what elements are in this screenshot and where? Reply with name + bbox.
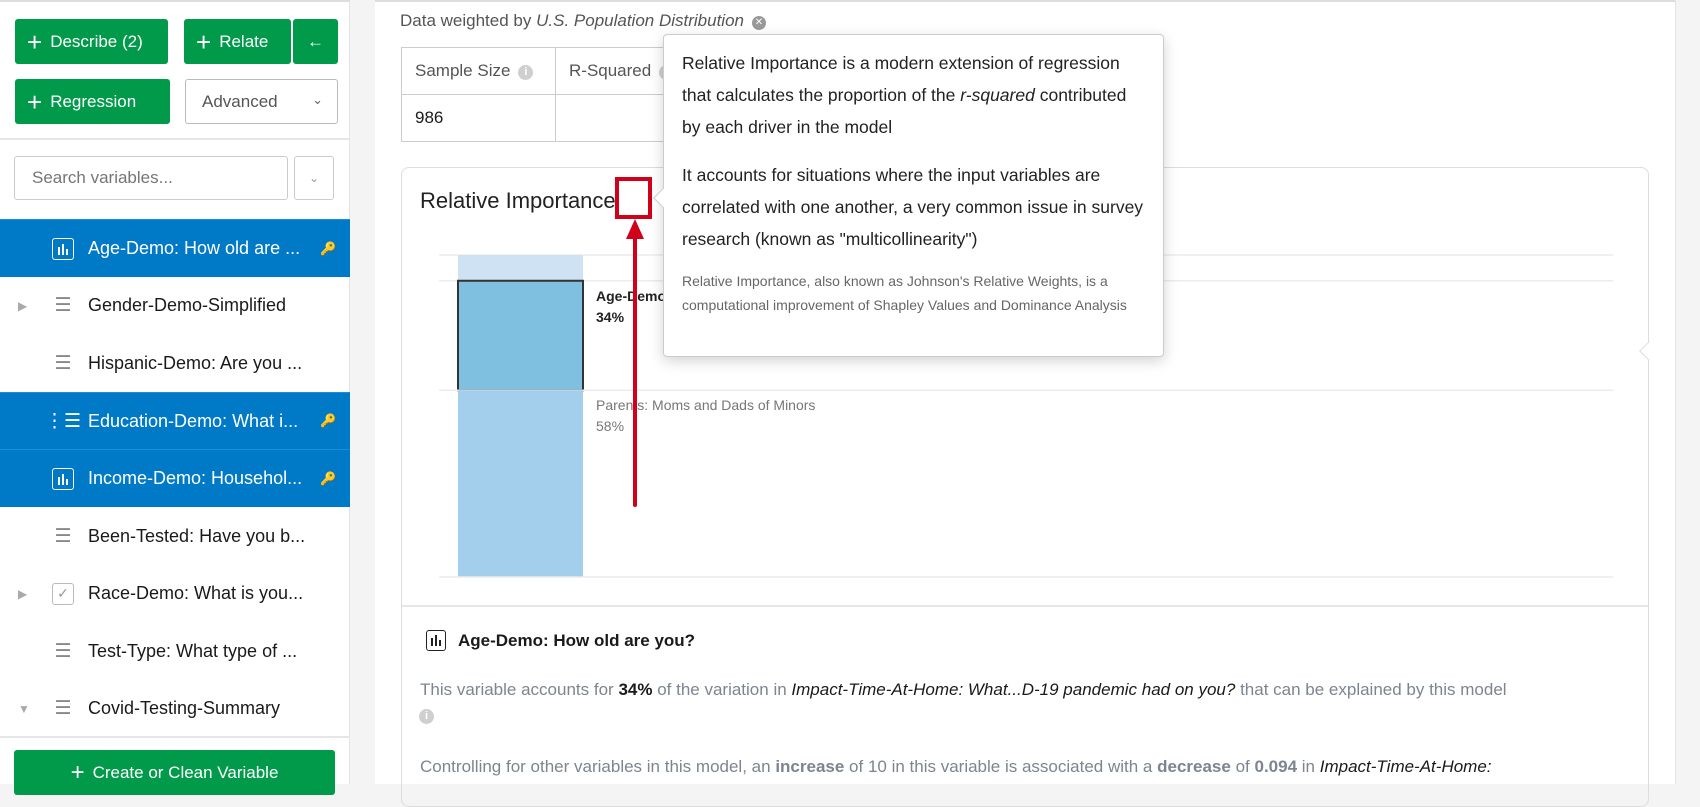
header-label: R-Squared (569, 61, 652, 80)
describe-label: Describe (2) (50, 31, 143, 51)
relate-label: Relate (219, 31, 269, 51)
plus-icon: + (27, 26, 43, 57)
variable-label: Income-Demo: Househol... (88, 468, 303, 489)
key-icon[interactable]: 🔑 (320, 413, 336, 429)
list-icon: ☰ (54, 525, 72, 547)
plus-icon: + (27, 86, 43, 117)
remove-weighting-icon[interactable]: ✕ (752, 16, 766, 30)
advanced-dropdown[interactable]: Advanced ⌄ (185, 79, 338, 124)
info-icon[interactable]: i (518, 65, 534, 80)
variable-label: Been-Tested: Have you b... (88, 525, 306, 546)
chevron-down-icon: ⌄ (312, 92, 323, 107)
create-label: Create or Clean Variable (92, 762, 279, 782)
variable-list-item[interactable]: ▼ ☰ Covid-Testing-Summary (0, 680, 350, 738)
expand-caret-icon[interactable]: ▼ (18, 702, 30, 716)
variable-list-item[interactable]: ☰ Been-Tested: Have you b... (0, 507, 350, 565)
variable-label: Education-Demo: What i... (88, 410, 299, 431)
annotation-highlight-box (615, 177, 652, 219)
collapse-button[interactable]: ← (293, 19, 338, 64)
arrow-left-icon: ← (307, 31, 324, 51)
gutter (350, 0, 375, 784)
variable-label: Race-Demo: What is you... (88, 583, 304, 604)
right-gutter (1675, 0, 1700, 784)
variable-list-item[interactable]: ▶ ✓ Race-Demo: What is you... (0, 565, 350, 623)
segment-value-label: 34% (596, 309, 625, 325)
variable-label: Gender-Demo-Simplified (88, 295, 287, 316)
divider (0, 138, 350, 140)
variable-list-item[interactable]: Age-Demo: How old are ... 🔑 (0, 219, 350, 277)
search-filter-dropdown[interactable]: ⌄ (294, 156, 334, 200)
plus-icon: + (196, 26, 212, 57)
divider (402, 605, 1648, 607)
sample-size-value: 986 (401, 94, 556, 142)
variable-label: Age-Demo: How old are ... (88, 238, 301, 258)
weighting-info: Data weighted by U.S. Population Distrib… (400, 11, 766, 31)
variable-label: Hispanic-Demo: Are you ... (88, 352, 303, 373)
plus-icon: + (70, 758, 85, 786)
describe-button[interactable]: + Describe (2) (15, 19, 168, 64)
variable-title: Age-Demo: How old are you? (458, 630, 696, 650)
weighting-name: U.S. Population Distribution (536, 11, 744, 30)
segment-value-label: 58% (596, 418, 624, 434)
bar-chart-icon (426, 630, 446, 651)
regression-button[interactable]: + Regression (15, 79, 170, 124)
tooltip-paragraph-2: It accounts for situations where the inp… (682, 165, 1144, 249)
bar-segment[interactable] (457, 279, 584, 392)
chevron-down-icon: ⌄ (308, 171, 320, 185)
divider (0, 736, 350, 738)
checkbox-icon: ✓ (52, 582, 74, 605)
bar-segment[interactable] (458, 255, 583, 281)
variable-list-item[interactable]: ▶ ☰ Gender-Demo-Simplified (0, 277, 350, 335)
coefficient-explanation: Controlling for other variables in this … (420, 757, 1492, 776)
ordered-list-icon: ⋮☰ (44, 410, 82, 432)
search-input[interactable] (14, 156, 288, 200)
advanced-label: Advanced (202, 91, 278, 111)
variable-heading: Age-Demo: How old are you? (426, 630, 695, 651)
sidebar: + Describe (2) + Relate ← + Regression Adva… (0, 0, 350, 795)
sample-size-header: Sample Size i (401, 47, 556, 95)
tooltip-paragraph-3: Relative Importance, also known as Johns… (682, 273, 1127, 313)
variance-explanation: This variable accounts for 34% of the va… (420, 680, 1507, 699)
bar-chart-icon (52, 237, 74, 260)
relative-importance-tooltip: Relative Importance is a modern extensio… (653, 34, 1164, 357)
list-icon: ☰ (54, 295, 72, 317)
bar-chart-icon (52, 467, 74, 490)
variable-list-item[interactable]: ☰ Test-Type: What type of ... (0, 622, 350, 680)
variable-list-item[interactable]: Income-Demo: Househol... 🔑 (0, 449, 350, 508)
list-icon: ☰ (54, 698, 72, 720)
variable-label: Covid-Testing-Summary (88, 698, 281, 719)
header-label: Sample Size (415, 61, 511, 80)
annotation-arrow-icon (626, 219, 644, 507)
expand-caret-icon[interactable]: ▶ (18, 587, 27, 601)
key-icon[interactable]: 🔑 (320, 241, 336, 257)
relate-button[interactable]: + Relate (184, 19, 291, 64)
info-icon[interactable]: i (419, 709, 434, 724)
variable-list-item[interactable]: ⋮☰ Education-Demo: What i... 🔑 (0, 391, 350, 450)
weighted-prefix: Data weighted by (400, 11, 532, 30)
regression-label: Regression (50, 91, 137, 111)
key-icon[interactable]: 🔑 (320, 471, 336, 487)
list-icon: ☰ (54, 352, 72, 374)
create-variable-button[interactable]: + Create or Clean Variable (14, 750, 335, 795)
list-icon: ☰ (54, 640, 72, 662)
variable-label: Test-Type: What type of ... (88, 640, 298, 661)
tooltip-paragraph-1: Relative Importance is a modern extensio… (682, 53, 1127, 137)
variable-list-item[interactable]: ☰ Hispanic-Demo: Are you ... (0, 334, 350, 392)
expand-caret-icon[interactable]: ▶ (18, 299, 27, 313)
bar-segment[interactable] (458, 390, 583, 577)
